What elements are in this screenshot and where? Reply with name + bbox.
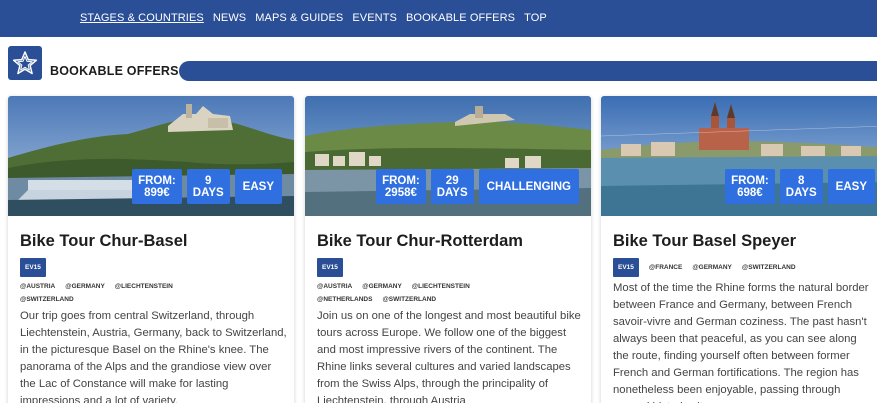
offer-description: Join us on one of the longest and most b… (317, 310, 581, 403)
country-tag[interactable]: @SWITZERLAND (382, 296, 436, 303)
nav-events[interactable]: EVENTS (352, 12, 397, 24)
nav-news[interactable]: NEWS (213, 12, 246, 24)
country-tags: @AUSTRIA @GERMANY @LIECHTENSTEIN @NETHERLA… (317, 280, 585, 306)
offer-card-chur-basel[interactable]: FROM: 899€ 9 DAYS EASY Bike Tour Chur-Ba… (8, 96, 294, 403)
route-tag[interactable]: EV15 (613, 258, 639, 277)
offer-image[interactable]: FROM: 698€ 8 DAYS EASY (601, 96, 877, 216)
days-badge: 9 DAYS (186, 169, 230, 204)
days-label: DAYS (192, 186, 224, 199)
offer-meta: EV15 @AUSTRIA @GERMANY @LIECHTENSTEIN @SWI… (20, 258, 288, 306)
country-tag[interactable]: @AUSTRIA (317, 283, 352, 290)
country-tags: @AUSTRIA @GERMANY @LIECHTENSTEIN @SWITZERL… (20, 280, 288, 306)
price-value: 2958€ (384, 186, 417, 199)
days-label: DAYS (436, 186, 468, 199)
difficulty-badge: EASY (827, 169, 875, 204)
offer-title[interactable]: Bike Tour Chur-Basel (20, 232, 187, 251)
nav-stages-countries[interactable]: STAGES & COUNTRIES (80, 12, 204, 24)
price-badge: FROM: 2958€ (376, 169, 426, 204)
country-tag[interactable]: @NETHERLANDS (317, 296, 372, 303)
days-number: 8 (798, 174, 805, 187)
country-tag[interactable]: @LIECHTENSTEIN (412, 283, 470, 290)
offer-card-chur-rotterdam[interactable]: FROM: 2958€ 29 DAYS CHALLENGING Bike Tou… (305, 96, 591, 403)
days-number: 29 (445, 174, 459, 187)
country-tags: @FRANCE @GERMANY @SWITZERLAND (649, 261, 806, 274)
country-tag[interactable]: @GERMANY (692, 264, 732, 271)
offer-description: Most of the time the Rhine forms the nat… (613, 282, 869, 403)
price-badge: FROM: 698€ (725, 169, 775, 204)
offer-badges: FROM: 2958€ 29 DAYS CHALLENGING (376, 169, 579, 204)
offer-title[interactable]: Bike Tour Chur-Rotterdam (317, 232, 523, 251)
offer-meta: EV15 @FRANCE @GERMANY @SWITZERLAND (613, 258, 877, 277)
country-tag[interactable]: @LIECHTENSTEIN (115, 283, 173, 290)
price-value: 899€ (144, 186, 170, 199)
days-number: 9 (205, 174, 212, 187)
route-tag[interactable]: EV15 (20, 258, 46, 277)
section-divider-bar (179, 61, 877, 81)
country-tag[interactable]: @AUSTRIA (20, 283, 55, 290)
country-tag[interactable]: @SWITZERLAND (20, 296, 74, 303)
price-value: 698€ (737, 186, 763, 199)
section-header: BOOKABLE OFFERS (8, 46, 877, 82)
nav-links: STAGES & COUNTRIES NEWS MAPS & GUIDES EV… (80, 12, 547, 24)
top-navigation: STAGES & COUNTRIES NEWS MAPS & GUIDES EV… (0, 0, 877, 37)
nav-top[interactable]: TOP (524, 12, 547, 24)
offer-title[interactable]: Bike Tour Basel Speyer (613, 232, 796, 251)
difficulty-badge: EASY (234, 169, 282, 204)
price-label: FROM: (382, 174, 420, 187)
offer-card-basel-speyer[interactable]: FROM: 698€ 8 DAYS EASY Bike Tour Basel S… (601, 96, 877, 403)
section-title: BOOKABLE OFFERS (50, 64, 179, 78)
offer-badges: FROM: 899€ 9 DAYS EASY (132, 169, 282, 204)
offer-meta: EV15 @AUSTRIA @GERMANY @LIECHTENSTEIN @NET… (317, 258, 585, 306)
offer-description: Our trip goes from central Switzerland, … (20, 310, 287, 403)
offer-image[interactable]: FROM: 2958€ 29 DAYS CHALLENGING (305, 96, 591, 216)
price-label: FROM: (138, 174, 176, 187)
country-tag[interactable]: @GERMANY (65, 283, 105, 290)
difficulty-badge: CHALLENGING (478, 169, 579, 204)
offer-badges: FROM: 698€ 8 DAYS EASY (725, 169, 875, 204)
days-label: DAYS (785, 186, 817, 199)
days-badge: 29 DAYS (430, 169, 474, 204)
offer-image[interactable]: FROM: 899€ 9 DAYS EASY (8, 96, 294, 216)
country-tag[interactable]: @FRANCE (649, 264, 682, 271)
star-icon (8, 46, 42, 80)
price-badge: FROM: 899€ (132, 169, 182, 204)
nav-bookable-offers[interactable]: BOOKABLE OFFERS (406, 12, 515, 24)
nav-maps-guides[interactable]: MAPS & GUIDES (255, 12, 343, 24)
country-tag[interactable]: @GERMANY (362, 283, 402, 290)
country-tag[interactable]: @SWITZERLAND (742, 264, 796, 271)
price-label: FROM: (731, 174, 769, 187)
route-tag[interactable]: EV15 (317, 258, 343, 277)
days-badge: 8 DAYS (779, 169, 823, 204)
